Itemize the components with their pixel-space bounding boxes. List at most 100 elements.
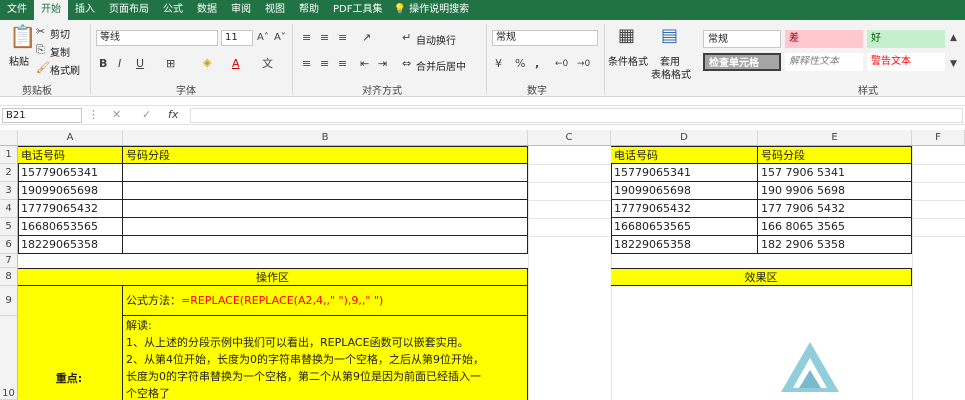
tab-view[interactable]: 视图 <box>258 0 292 20</box>
merge-center-button[interactable]: 合并后居中 <box>416 58 466 73</box>
align-left-icon[interactable]: ≡ <box>302 57 311 71</box>
formula-input[interactable] <box>190 108 963 123</box>
cell-a1[interactable]: 电话号码 <box>18 147 123 164</box>
orientation-icon[interactable]: ↗ <box>362 31 371 45</box>
row-header-5[interactable]: 5 <box>0 218 18 236</box>
cell-a6[interactable]: 18229065358 <box>18 236 123 254</box>
cell-d5[interactable]: 16680653565 <box>611 218 758 236</box>
cell-a3[interactable]: 19099065698 <box>18 182 123 200</box>
cell-a4[interactable]: 17779065432 <box>18 200 123 218</box>
decrease-decimal-icon[interactable]: →0 <box>577 57 590 71</box>
col-header-b[interactable]: B <box>123 130 528 146</box>
cell-d1[interactable]: 电话号码 <box>611 147 758 164</box>
number-format-select[interactable]: 常规 <box>492 30 598 46</box>
cell-e5[interactable]: 166 8065 3565 <box>758 218 912 236</box>
tab-pdf-tools[interactable]: PDF工具集 <box>326 0 389 20</box>
enter-icon[interactable]: ✓ <box>142 108 151 122</box>
align-center-icon[interactable]: ≡ <box>320 57 329 71</box>
cell-d6[interactable]: 18229065358 <box>611 236 758 254</box>
font-color-icon[interactable]: A <box>232 57 240 71</box>
style-check-cell[interactable]: 检查单元格 <box>703 53 781 71</box>
cell-e1[interactable]: 号码分段 <box>758 147 912 164</box>
cell-d2[interactable]: 15779065341 <box>611 164 758 182</box>
col-header-e[interactable]: E <box>758 130 912 146</box>
style-good[interactable]: 好 <box>867 30 945 48</box>
cell-b6[interactable] <box>123 236 528 254</box>
style-explanatory[interactable]: 解释性文本 <box>785 53 863 71</box>
italic-icon[interactable]: I <box>118 57 121 71</box>
align-middle-icon[interactable]: ≡ <box>320 31 329 45</box>
fill-color-icon[interactable]: ◈ <box>203 56 211 70</box>
row-header-8[interactable]: 8 <box>0 268 18 286</box>
shrink-font-icon[interactable]: A˅ <box>274 31 286 45</box>
format-painter-button[interactable]: 格式刷 <box>50 62 80 77</box>
tab-review[interactable]: 审阅 <box>224 0 258 20</box>
borders-icon[interactable]: ⊞ <box>166 57 175 71</box>
conditional-format-button[interactable]: 条件格式 <box>608 53 648 68</box>
col-header-f[interactable]: F <box>912 130 965 146</box>
cell-b1[interactable]: 号码分段 <box>123 147 528 164</box>
cell-b2[interactable] <box>123 164 528 182</box>
row-header-7[interactable]: 7 <box>0 254 18 268</box>
cell-b9[interactable]: 公式方法：=REPLACE(REPLACE(A2,4,," "),9,," ") <box>123 286 528 316</box>
currency-icon[interactable]: ¥ <box>495 57 502 71</box>
cell-d3[interactable]: 19099065698 <box>611 182 758 200</box>
phonetic-icon[interactable]: 文 <box>262 57 273 71</box>
tab-insert[interactable]: 插入 <box>68 0 102 20</box>
row-header-4[interactable]: 4 <box>0 200 18 218</box>
font-name-select[interactable]: 等线 <box>96 30 218 46</box>
styles-expand-icon[interactable]: ▼ <box>950 57 957 71</box>
effect-area-title[interactable]: 效果区 <box>611 269 912 286</box>
style-normal[interactable]: 常规 <box>703 30 781 48</box>
col-header-c[interactable]: C <box>528 130 611 146</box>
tab-formulas[interactable]: 公式 <box>156 0 190 20</box>
cell-a5[interactable]: 16680653565 <box>18 218 123 236</box>
cell-b5[interactable] <box>123 218 528 236</box>
col-header-d[interactable]: D <box>611 130 758 146</box>
comma-style-icon[interactable]: , <box>535 57 539 71</box>
tab-file[interactable]: 文件 <box>0 0 34 20</box>
wrap-text-button[interactable]: 自动换行 <box>416 32 456 47</box>
format-as-table-label-2[interactable]: 表格格式 <box>651 66 691 81</box>
cut-button[interactable]: 剪切 <box>50 26 70 41</box>
cell-d4[interactable]: 17779065432 <box>611 200 758 218</box>
style-bad[interactable]: 差 <box>785 30 863 48</box>
style-warning[interactable]: 警告文本 <box>867 53 945 71</box>
cell-e3[interactable]: 190 9906 5698 <box>758 182 912 200</box>
cell-a2[interactable]: 15779065341 <box>18 164 123 182</box>
increase-decimal-icon[interactable]: ←0 <box>555 57 568 71</box>
underline-icon[interactable]: U <box>136 57 144 71</box>
tab-page-layout[interactable]: 页面布局 <box>102 0 156 20</box>
row-header-3[interactable]: 3 <box>0 182 18 200</box>
styles-scroll-up-icon[interactable]: ▲ <box>950 31 957 45</box>
tab-home[interactable]: 开始 <box>34 0 68 20</box>
col-header-a[interactable]: A <box>18 130 123 146</box>
cell-e6[interactable]: 182 2906 5358 <box>758 236 912 254</box>
row-header-9[interactable]: 9 <box>0 286 18 316</box>
cell-b3[interactable] <box>123 182 528 200</box>
tab-data[interactable]: 数据 <box>190 0 224 20</box>
copy-button[interactable]: 复制 <box>50 44 70 59</box>
align-right-icon[interactable]: ≡ <box>338 57 347 71</box>
select-all[interactable] <box>0 130 18 146</box>
align-top-icon[interactable]: ≡ <box>302 31 311 45</box>
cell-e2[interactable]: 157 7906 5341 <box>758 164 912 182</box>
insert-function-icon[interactable]: fx <box>168 108 178 122</box>
align-bottom-icon[interactable]: ≡ <box>338 31 347 45</box>
paste-icon[interactable]: 📋 <box>9 26 36 50</box>
grow-font-icon[interactable]: A˄ <box>257 31 269 45</box>
bold-icon[interactable]: B <box>99 57 107 71</box>
cell-e4[interactable]: 177 7906 5432 <box>758 200 912 218</box>
tab-help[interactable]: 帮助 <box>292 0 326 20</box>
cell-b4[interactable] <box>123 200 528 218</box>
cell-b10[interactable]: 解读: 1、从上述的分段示例中我们可以看出，REPLACE函数可以嵌套实用。 2… <box>123 316 528 400</box>
font-size-select[interactable]: 11 <box>221 30 253 46</box>
percent-icon[interactable]: % <box>515 57 525 71</box>
row-header-1[interactable]: 1 <box>0 146 18 164</box>
name-box[interactable]: B21 <box>2 108 82 123</box>
operation-area-title[interactable]: 操作区 <box>18 269 528 286</box>
row-header-6[interactable]: 6 <box>0 236 18 254</box>
tell-me-search[interactable]: 💡 操作说明搜索 <box>389 0 476 20</box>
increase-indent-icon[interactable]: ⇥ <box>378 57 387 71</box>
cancel-icon[interactable]: ✕ <box>112 108 121 122</box>
